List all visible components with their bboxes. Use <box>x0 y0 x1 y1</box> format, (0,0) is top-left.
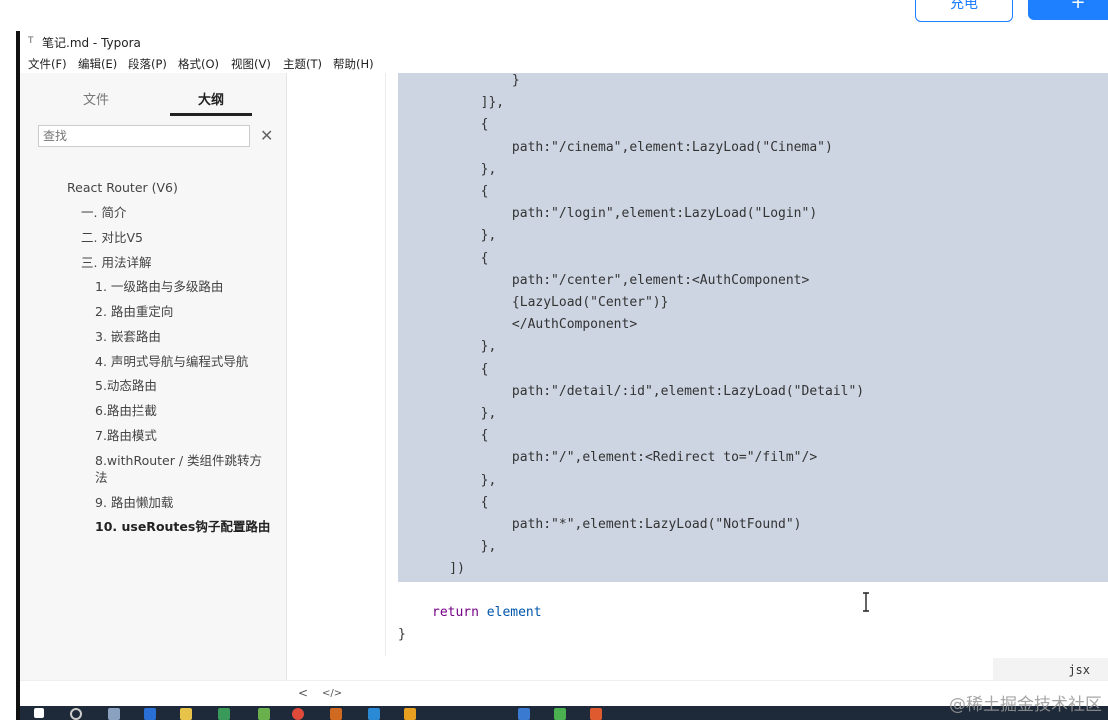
menu-view[interactable]: 视图(V) <box>231 56 271 72</box>
outline-item-mode[interactable]: 7.路由模式 <box>95 428 157 444</box>
title-bar: T 笔记.md - Typora <box>20 31 1108 53</box>
app-icon-5[interactable] <box>404 708 416 720</box>
search-icon[interactable] <box>70 708 82 720</box>
app-icon-2[interactable] <box>218 708 230 720</box>
chrome-icon[interactable] <box>292 708 304 720</box>
outline-item-h1[interactable]: React Router (V6) <box>67 180 178 196</box>
code-line[interactable]: ]}, <box>418 95 504 111</box>
outline-item-navigation[interactable]: 4. 声明式导航与编程式导航 <box>95 354 248 370</box>
code-line[interactable]: }, <box>418 539 497 555</box>
editor-margin-line <box>385 73 386 656</box>
code-line[interactable]: { <box>418 117 489 133</box>
text-cursor-icon <box>863 592 869 612</box>
outline-item-intro[interactable]: 一. 简介 <box>81 205 126 221</box>
code-line[interactable]: path:"/cinema",element:LazyLoad("Cinema"… <box>418 140 833 156</box>
app-icon-8[interactable] <box>590 708 602 720</box>
code-line[interactable]: { <box>418 362 489 378</box>
source-code-icon[interactable]: </> <box>322 688 342 699</box>
return-keyword: return <box>432 605 479 620</box>
os-taskbar <box>20 706 1108 720</box>
close-icon[interactable]: ✕ <box>260 126 273 145</box>
code-line[interactable]: } <box>418 73 520 89</box>
code-line[interactable]: { <box>418 428 489 444</box>
code-language-label[interactable]: jsx <box>993 658 1108 682</box>
code-line[interactable]: { <box>418 495 489 511</box>
watermark: @稀土掘金技术社区 <box>949 695 1102 715</box>
outline-item-withrouter[interactable]: 8.withRouter / 类组件跳转方 <box>95 453 262 469</box>
add-button[interactable]: + <box>1028 0 1108 20</box>
return-variable: element <box>486 605 542 620</box>
vscode-icon[interactable] <box>368 708 380 720</box>
code-line[interactable]: }, <box>418 473 497 489</box>
menu-help[interactable]: 帮助(H) <box>333 56 374 72</box>
outline-item-routes[interactable]: 1. 一级路由与多级路由 <box>95 279 223 295</box>
closing-brace[interactable]: } <box>398 627 406 642</box>
windows-start-icon[interactable] <box>34 708 44 718</box>
app-icon-4[interactable] <box>330 708 342 720</box>
menu-bar: 文件(F) 编辑(E) 段落(P) 格式(O) 视图(V) 主题(T) 帮助(H… <box>20 53 1108 73</box>
outline-item-guard[interactable]: 6.路由拦截 <box>95 403 157 419</box>
app-icon-6[interactable] <box>518 708 530 720</box>
outline-item-dynamic[interactable]: 5.动态路由 <box>95 378 157 394</box>
menu-format[interactable]: 格式(O) <box>178 56 219 72</box>
menu-theme[interactable]: 主题(T) <box>283 56 322 72</box>
outline-search-input[interactable] <box>38 125 250 147</box>
outline-item-nested[interactable]: 3. 嵌套路由 <box>95 329 161 345</box>
code-line[interactable]: }, <box>418 339 497 355</box>
code-line[interactable]: path:"/center",element:<AuthComponent> <box>418 273 809 289</box>
outline-item-usage[interactable]: 三. 用法详解 <box>81 255 151 271</box>
code-line[interactable]: { <box>418 184 489 200</box>
typora-app-icon: T <box>28 36 34 46</box>
window-title: 笔记.md - Typora <box>42 36 141 50</box>
charge-button[interactable]: 充电 <box>915 0 1013 22</box>
app-icon-7[interactable] <box>554 708 566 720</box>
editor-pane[interactable]: } ]}, { path:"/cinema",element:LazyLoad(… <box>287 73 1108 680</box>
app-icon-1[interactable] <box>144 708 156 720</box>
tab-files[interactable]: 文件 <box>83 89 109 108</box>
menu-edit[interactable]: 编辑(E) <box>78 56 117 72</box>
folder-icon[interactable] <box>180 708 192 720</box>
code-line[interactable]: }, <box>418 406 497 422</box>
code-line[interactable]: }, <box>418 162 497 178</box>
sidebar: 文件 大纲 ✕ React Router (V6) 一. 简介 二. 对比V5 … <box>20 73 287 680</box>
active-tab-indicator <box>170 113 252 116</box>
code-line[interactable]: }, <box>418 228 497 244</box>
outline-item-redirect[interactable]: 2. 路由重定向 <box>95 304 173 320</box>
app-icon-3[interactable] <box>258 708 270 720</box>
tab-outline[interactable]: 大纲 <box>198 89 224 108</box>
outline-item-compare[interactable]: 二. 对比V5 <box>81 230 143 246</box>
chevron-left-icon[interactable]: < <box>298 686 308 700</box>
code-line[interactable]: { <box>418 251 489 267</box>
code-line[interactable]: {LazyLoad("Center")} <box>418 295 669 311</box>
code-line[interactable]: ]) <box>418 561 465 577</box>
outline-item-useroutes[interactable]: 10. useRoutes钩子配置路由 <box>95 519 270 535</box>
outline-item-withrouter-cont[interactable]: 法 <box>95 470 108 486</box>
status-bar: < </> <box>20 680 1108 707</box>
return-statement[interactable]: return element <box>432 605 542 620</box>
menu-paragraph[interactable]: 段落(P) <box>128 56 167 72</box>
code-line[interactable]: path:"*",element:LazyLoad("NotFound") <box>418 517 802 533</box>
code-line[interactable]: path:"/detail/:id",element:LazyLoad("Det… <box>418 384 864 400</box>
code-block[interactable]: } ]}, { path:"/cinema",element:LazyLoad(… <box>398 73 1108 582</box>
menu-file[interactable]: 文件(F) <box>28 56 67 72</box>
task-view-icon[interactable] <box>108 708 120 720</box>
outline-item-lazy[interactable]: 9. 路由懒加载 <box>95 495 173 511</box>
code-line[interactable]: path:"/",element:<Redirect to="/film"/> <box>418 450 817 466</box>
code-line[interactable]: path:"/login",element:LazyLoad("Login") <box>418 206 817 222</box>
code-line[interactable]: </AuthComponent> <box>418 317 637 333</box>
